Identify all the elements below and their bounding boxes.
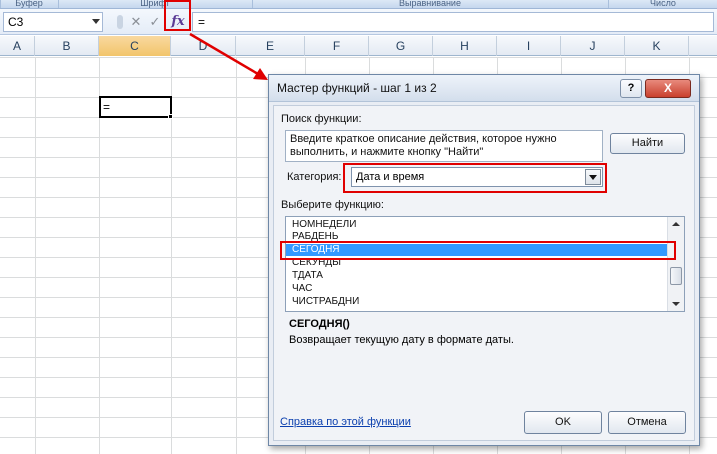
category-label: Категория:: [287, 171, 342, 183]
function-description: Возвращает текущую дату в формате даты.: [289, 334, 514, 346]
function-item-chas[interactable]: ЧАС: [286, 283, 667, 295]
function-item-tdata[interactable]: ТДАТА: [286, 270, 667, 282]
search-text-line1: Введите краткое описание действия, котор…: [290, 133, 557, 145]
scroll-down-icon[interactable]: [672, 302, 680, 306]
function-list[interactable]: НОМНЕДЕЛИ РАБДЕНЬ СЕГОДНЯ СЕКУНДЫ ТДАТА …: [285, 216, 685, 312]
search-text-line2: выполнить, и нажмите кнопку "Найти": [290, 146, 484, 158]
find-button[interactable]: Найти: [610, 133, 685, 154]
scroll-up-icon[interactable]: [672, 222, 680, 226]
dialog-close-button[interactable]: X: [645, 79, 691, 98]
select-function-label: Выберите функцию:: [281, 199, 384, 211]
cancel-button[interactable]: Отмена: [608, 411, 686, 434]
function-wizard-dialog: Мастер функций - шаг 1 из 2 ? X Поиск фу…: [268, 74, 700, 446]
ok-button[interactable]: OK: [524, 411, 602, 434]
dialog-help-button[interactable]: ?: [620, 79, 642, 98]
function-list-scrollbar[interactable]: [667, 217, 684, 311]
function-signature: СЕГОДНЯ(): [289, 318, 350, 330]
search-label: Поиск функции:: [281, 113, 362, 125]
scroll-thumb[interactable]: [670, 267, 682, 285]
search-input[interactable]: Введите краткое описание действия, котор…: [285, 130, 603, 162]
function-item-chistrabdni[interactable]: ЧИСТРАБДНИ: [286, 296, 667, 308]
selected-function-highlight-box: [280, 241, 676, 260]
function-help-link[interactable]: Справка по этой функции: [280, 416, 411, 428]
category-highlight-box: [343, 163, 607, 193]
function-item-nomnedeli[interactable]: НОМНЕДЕЛИ: [286, 219, 667, 231]
